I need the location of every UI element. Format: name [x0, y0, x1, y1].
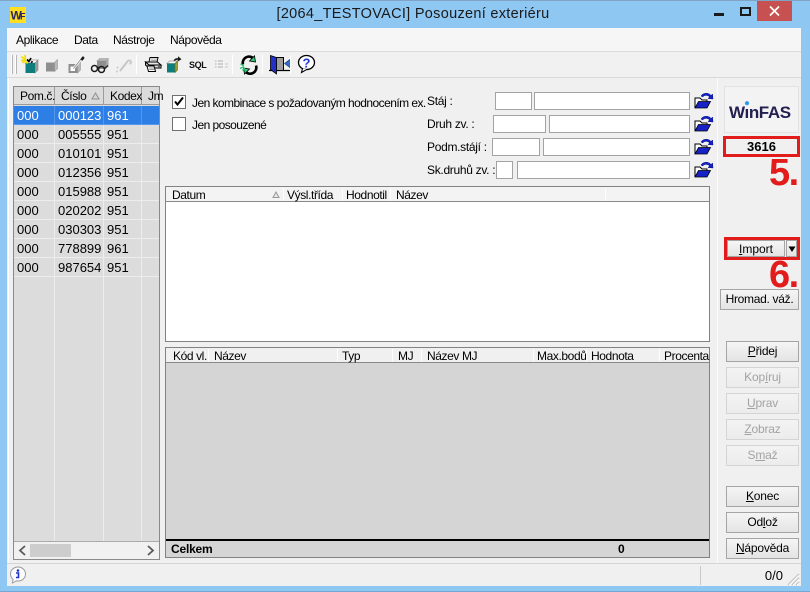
svg-text:SQL: SQL [189, 60, 207, 70]
svg-text:ınFAS: ınFAS [745, 103, 791, 122]
svg-text:?: ? [303, 56, 311, 71]
svg-text:W: W [729, 103, 746, 122]
svg-text:F: F [20, 12, 26, 22]
